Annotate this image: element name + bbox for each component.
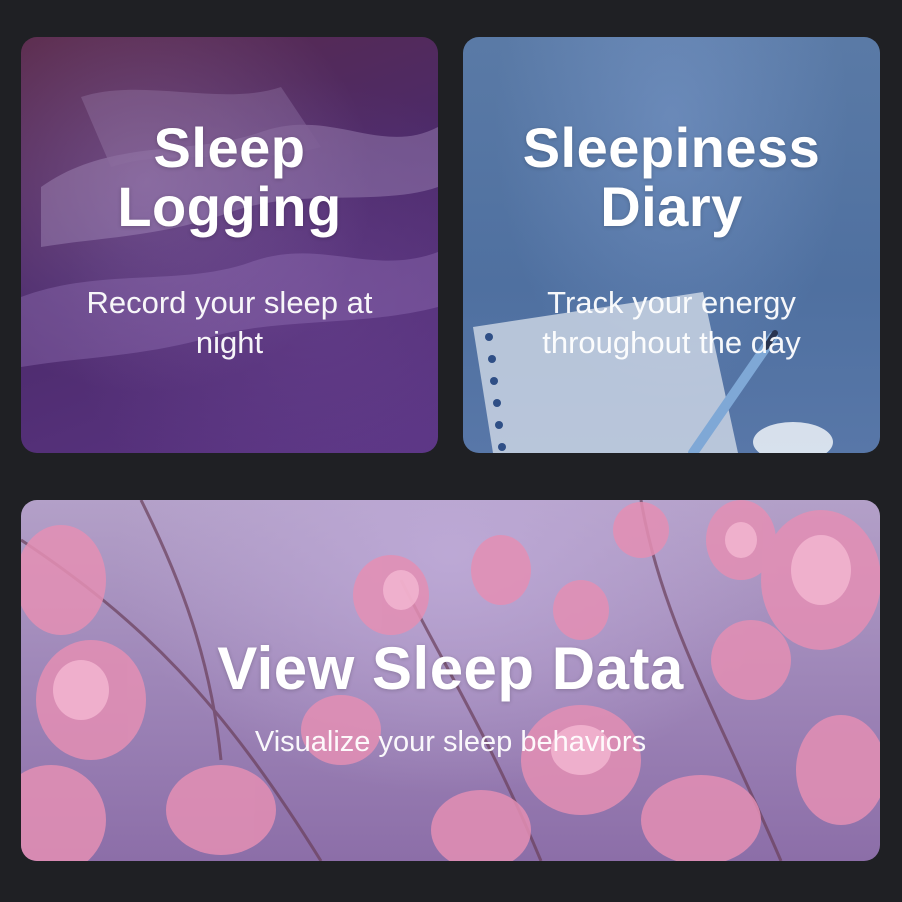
sleep-logging-title: Sleep Logging xyxy=(117,115,342,238)
view-sleep-data-content: View Sleep Data Visualize your sleep beh… xyxy=(217,599,684,762)
sleepiness-diary-subtitle: Track your energy throughout the day xyxy=(542,284,801,360)
view-sleep-data-title: View Sleep Data xyxy=(217,635,684,703)
sleepiness-diary-title: Sleepiness Diary xyxy=(522,115,821,238)
view-sleep-data-card[interactable]: View Sleep Data Visualize your sleep beh… xyxy=(21,500,880,861)
sleepiness-diary-card[interactable]: Sleepiness Diary Track your energy throu… xyxy=(463,37,880,453)
sleepiness-diary-content: Sleepiness Diary Track your energy throu… xyxy=(492,118,852,363)
view-sleep-data-subtitle: Visualize your sleep behaviors xyxy=(254,726,647,759)
sleep-logging-title-line2: Logging xyxy=(117,174,342,238)
sleep-logging-title-line1: Sleep xyxy=(153,115,306,179)
sleep-logging-card[interactable]: Sleep Logging Record your sleep at night xyxy=(21,37,438,453)
sleep-logging-content: Sleep Logging Record your sleep at night xyxy=(35,118,425,363)
sleep-logging-subtitle: Record your sleep at night xyxy=(86,284,373,360)
sleepiness-diary-title-line2: Diary xyxy=(600,174,743,238)
menu-page: Sleep Logging Record your sleep at night xyxy=(0,0,902,902)
sleepiness-diary-title-line1: Sleepiness xyxy=(522,115,821,179)
